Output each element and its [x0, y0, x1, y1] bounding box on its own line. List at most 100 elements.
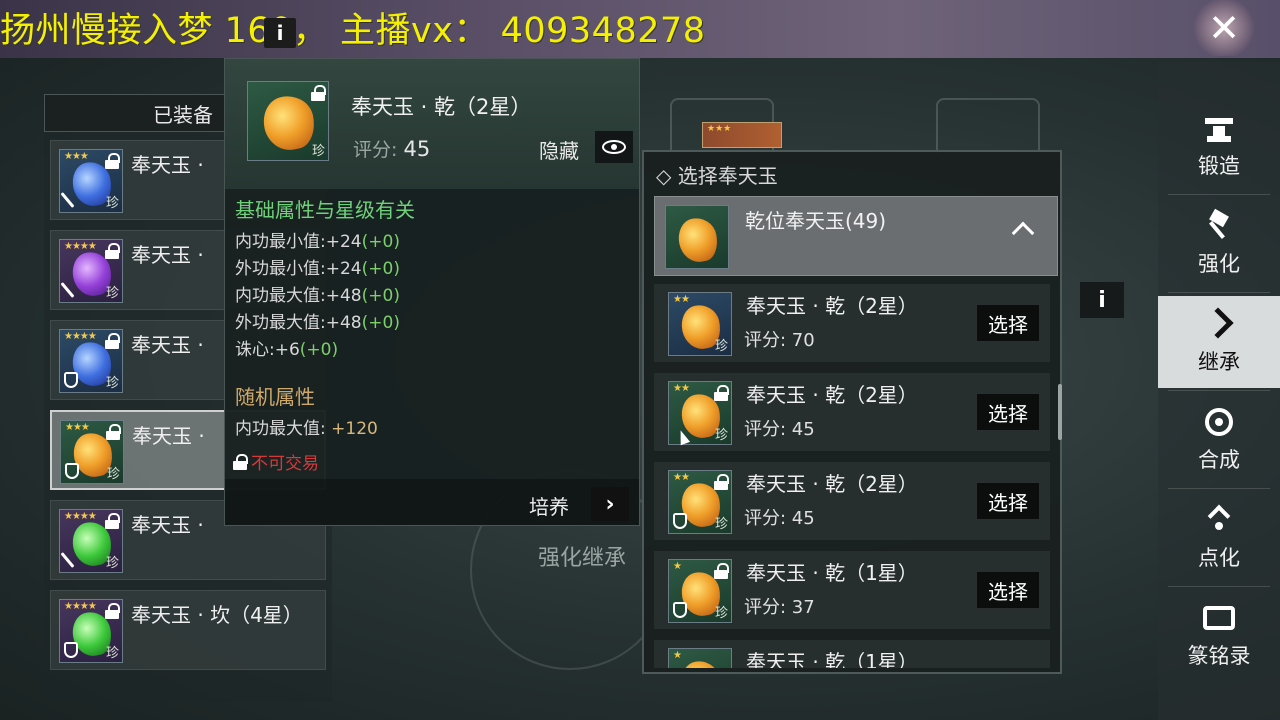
sidebar-item-label: 继承: [1198, 350, 1240, 374]
gem-slot-icon: ★ 珍: [668, 559, 732, 623]
gem-row-name: 奉天玉 · 乾（1星）: [746, 561, 918, 585]
lock-icon: [714, 563, 729, 579]
gem-row[interactable]: ★★ 珍 奉天玉 · 乾（2星） 评分: 45 选择: [654, 462, 1050, 542]
score-label: 评分:: [353, 139, 398, 161]
close-icon: ✕: [1208, 6, 1240, 50]
random-attr: 内功最大值: +120: [235, 414, 378, 439]
attr-label: 内功最小值:: [235, 232, 326, 252]
inherit-info-button[interactable]: i: [1080, 282, 1124, 318]
sidebar-item[interactable]: 锻造: [1158, 100, 1280, 192]
attr-value: +24: [325, 259, 362, 279]
gem-row-score: 评分: 45: [744, 419, 815, 440]
select-button[interactable]: 选择: [976, 571, 1040, 609]
gem-slot-icon: ★★★★ 珍: [59, 239, 123, 303]
sidebar-item[interactable]: 篆铭录: [1158, 590, 1280, 682]
gem-list[interactable]: ★★ 珍奉天玉 · 乾（2星） 评分: 70 选择 ★★ 珍奉天玉 · 乾（2星） 评分: …: [654, 284, 1058, 668]
select-button[interactable]: 选择: [976, 393, 1040, 431]
attr-bonus: (+0): [361, 259, 400, 279]
equipped-item-name: 奉天玉 ·: [131, 153, 204, 177]
stream-overlay-text: 扬州慢接入梦 160， 主播vx： 409348278: [0, 11, 706, 51]
shield-icon: [64, 372, 78, 388]
gem-row[interactable]: ★★ 珍 奉天玉 · 乾（2星） 评分: 70 选择: [654, 284, 1050, 364]
sidebar-divider: [1168, 194, 1270, 195]
equipped-item[interactable]: ★★★★ 珍 奉天玉 · 坎（4星）: [50, 590, 326, 670]
inherit-slot-right: [936, 98, 1040, 154]
star-rating: ★★★★: [64, 331, 97, 342]
sidebar-divider: [1168, 488, 1270, 489]
equipped-item-name: 奉天玉 ·: [131, 243, 204, 267]
random-attr-label: 内功最大值:: [235, 419, 326, 439]
sidebar-divider: [1168, 292, 1270, 293]
select-button[interactable]: 选择: [976, 482, 1040, 520]
chevron-right-icon: ›: [605, 491, 615, 517]
score-value: 45: [403, 137, 431, 161]
scrollbar[interactable]: [1058, 384, 1062, 440]
lock-icon: [714, 474, 729, 490]
attr-label: 诛心:: [235, 340, 275, 360]
attr-label: 内功最大值:: [235, 286, 326, 306]
hide-toggle-button[interactable]: [595, 131, 633, 163]
lock-icon: [311, 85, 326, 101]
gem-detail-panel: 珍 奉天玉 · 乾（2星） 评分: 45 隐藏 基础属性与星级有关 内功最小值:…: [224, 58, 640, 526]
gem-row-score: 评分: 37: [744, 597, 815, 618]
sidebar-item-label: 强化: [1198, 252, 1240, 276]
star-rating: ★★★★: [64, 601, 97, 612]
chevron-up-icon[interactable]: [1011, 221, 1035, 245]
base-attr-title: 基础属性与星级有关: [235, 198, 415, 222]
gem-row-score: 评分: 70: [744, 330, 815, 351]
sidebar-item[interactable]: 强化: [1158, 198, 1280, 290]
close-button[interactable]: ✕: [1192, 0, 1256, 56]
synthesis-icon: [1201, 406, 1237, 438]
gem-slot-icon: ★★★★ 珍: [59, 509, 123, 573]
sword-icon: [60, 552, 75, 568]
cultivate-button[interactable]: ›: [591, 487, 629, 521]
sidebar-item[interactable]: 合成: [1158, 394, 1280, 486]
base-attr: 内功最小值:+24(+0): [235, 227, 400, 252]
rarity-tag: 珍: [105, 556, 119, 571]
slot-gem-preview: ★★★: [702, 122, 782, 148]
gem-row-score: 评分: 45: [744, 508, 815, 529]
star-rating: ★★★★: [64, 511, 97, 522]
lock-icon: [233, 453, 248, 470]
star-rating: ★: [673, 561, 682, 572]
sidebar-divider: [1168, 390, 1270, 391]
star-rating: ★★★: [65, 422, 90, 433]
function-sidebar: 锻造强化继承合成 点化 篆铭录: [1158, 62, 1280, 720]
gem-row[interactable]: ★ 珍奉天玉 · 乾（1星） 评分: 37 选择: [654, 551, 1050, 631]
shield-icon: [673, 602, 687, 618]
rarity-tag: 珍: [105, 196, 119, 211]
star-rating: ★★: [673, 383, 690, 394]
attr-bonus: (+0): [361, 232, 400, 252]
rarity-tag: 珍: [714, 606, 728, 621]
top-info-button[interactable]: i: [264, 18, 296, 48]
gem-row-name: 奉天玉 · 乾（2星）: [746, 472, 918, 496]
lock-icon: [105, 333, 120, 349]
anvil-icon: [1201, 112, 1237, 144]
attr-value: +24: [325, 232, 362, 252]
gem-slot-icon: ★★★ 珍: [59, 149, 123, 213]
sword-icon: [60, 192, 75, 208]
gem-row[interactable]: ★★ 珍 奉天玉 · 乾（2星） 评分: 45 选择: [654, 373, 1050, 453]
select-panel-title: ◇ 选择奉天玉: [656, 164, 778, 188]
shield-icon: [673, 513, 687, 529]
sidebar-item[interactable]: 继承: [1158, 296, 1280, 388]
gem-slot-icon: ★★★ 珍: [60, 420, 124, 484]
shield-icon: [64, 642, 78, 658]
gem-row-name: 奉天玉 · 乾（2星）: [746, 294, 918, 318]
gem-group-header[interactable]: 乾位奉天玉(49): [654, 196, 1058, 276]
rarity-tag: 珍: [714, 428, 728, 443]
star-rating: ★★★★: [64, 241, 97, 252]
select-button[interactable]: 选择: [976, 304, 1040, 342]
gem-slot-icon: ★★ 珍: [668, 470, 732, 534]
shield-icon: [65, 463, 79, 479]
base-attr: 内功最大值:+48(+0): [235, 281, 400, 306]
eye-icon: [602, 140, 626, 154]
equipped-item-name: 奉天玉 ·: [131, 513, 204, 537]
sidebar-item[interactable]: 点化: [1158, 492, 1280, 584]
attr-value: +48: [325, 286, 362, 306]
inherit-title: 强化继承: [538, 546, 627, 571]
rarity-tag: 珍: [106, 467, 120, 482]
group-name: 乾位奉天玉(49): [745, 209, 887, 233]
base-attr: 诛心:+6(+0): [235, 335, 338, 360]
gem-row[interactable]: ★ 奉天玉 · 乾（1星）: [654, 640, 1050, 668]
